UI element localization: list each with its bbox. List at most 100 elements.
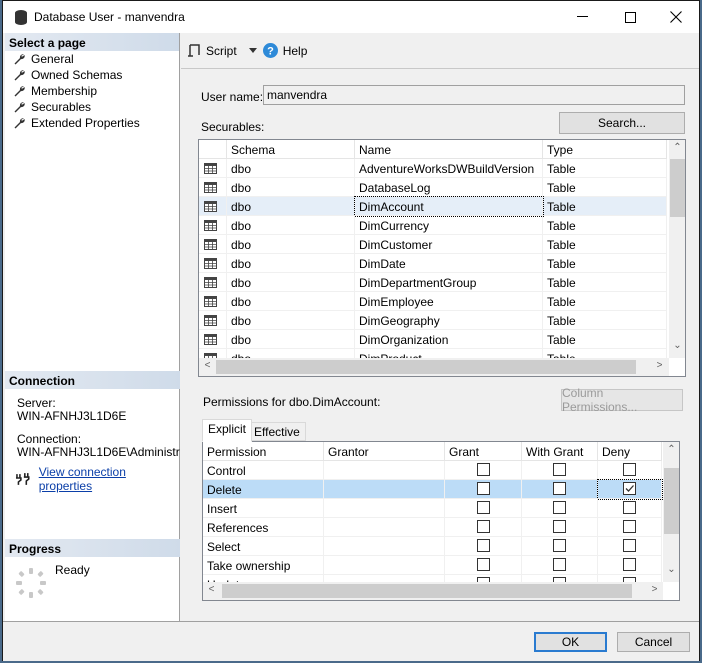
cell-name: AdventureWorksDWBuildVersion xyxy=(355,159,543,178)
deny-checkbox[interactable] xyxy=(623,482,636,495)
column-header-grant[interactable]: Grant xyxy=(445,442,522,461)
grant-checkbox[interactable] xyxy=(476,463,490,476)
sidebar-item-extended-properties[interactable]: Extended Properties xyxy=(5,115,179,131)
permission-row[interactable]: Delete xyxy=(203,479,663,500)
cell-grantor xyxy=(324,480,445,499)
securables-header: Schema Name Type xyxy=(199,140,667,159)
user-name-input[interactable]: manvendra xyxy=(263,85,685,105)
with-grant-checkbox[interactable] xyxy=(553,539,566,552)
permissions-vertical-scrollbar[interactable]: ⌃ ⌄ xyxy=(663,442,679,582)
minimize-icon xyxy=(576,16,588,17)
securables-vertical-scrollbar[interactable]: ⌃ ⌄ xyxy=(669,140,685,358)
cell-schema: dbo xyxy=(227,216,355,235)
row-icon-cell xyxy=(199,159,227,178)
grant-checkbox[interactable] xyxy=(476,558,490,571)
cell-type: Table xyxy=(543,197,667,216)
icon-column-header xyxy=(199,140,227,159)
deny-checkbox[interactable] xyxy=(623,463,636,476)
cell-name: DimCustomer xyxy=(355,235,543,254)
with-grant-checkbox[interactable] xyxy=(553,520,566,533)
scroll-up-icon[interactable]: ⌃ xyxy=(663,444,679,455)
deny-checkbox[interactable] xyxy=(623,558,636,571)
deny-checkbox[interactable] xyxy=(623,501,636,514)
ok-button[interactable]: OK xyxy=(534,632,607,652)
permissions-horizontal-scrollbar[interactable]: < > xyxy=(203,582,663,600)
column-header-with-grant[interactable]: With Grant xyxy=(522,442,598,461)
deny-checkbox[interactable] xyxy=(623,539,636,552)
column-header-type[interactable]: Type xyxy=(543,140,667,159)
cell-deny xyxy=(597,479,663,500)
tab-effective[interactable]: Effective xyxy=(248,422,306,441)
column-header-grantor[interactable]: Grantor xyxy=(324,442,445,461)
scroll-down-icon[interactable]: ⌄ xyxy=(669,340,685,351)
scroll-right-icon[interactable]: > xyxy=(646,584,663,595)
with-grant-checkbox[interactable] xyxy=(553,558,566,571)
securable-row[interactable]: dbo DimOrganization Table xyxy=(199,330,667,349)
permission-row[interactable]: Insert xyxy=(203,499,662,518)
table-icon xyxy=(204,334,217,345)
permission-row[interactable]: Take ownership xyxy=(203,556,662,575)
cell-grant xyxy=(445,461,522,480)
scroll-thumb[interactable] xyxy=(222,584,632,598)
column-header-deny[interactable]: Deny xyxy=(598,442,662,461)
table-icon xyxy=(204,163,217,174)
grant-checkbox[interactable] xyxy=(476,539,490,552)
sidebar-item-general[interactable]: General xyxy=(5,51,179,67)
search-button[interactable]: Search... xyxy=(559,112,685,134)
securable-row[interactable]: dbo DimEmployee Table xyxy=(199,292,667,311)
scroll-down-icon[interactable]: ⌄ xyxy=(663,564,679,575)
scroll-thumb[interactable] xyxy=(216,360,636,374)
deny-checkbox[interactable] xyxy=(623,520,636,533)
grant-checkbox[interactable] xyxy=(476,482,490,495)
column-header-schema[interactable]: Schema xyxy=(227,140,355,159)
with-grant-checkbox[interactable] xyxy=(553,482,566,495)
sidebar-item-securables[interactable]: Securables xyxy=(5,99,179,115)
securable-row[interactable]: dbo DimDate Table xyxy=(199,254,667,273)
securable-row[interactable]: dbo DimAccount Table xyxy=(199,196,667,217)
maximize-button[interactable] xyxy=(607,1,653,33)
sidebar-item-owned-schemas[interactable]: Owned Schemas xyxy=(5,67,179,83)
cell-name: DimDate xyxy=(355,254,543,273)
left-panel: Select a page General Owned Schemas Member… xyxy=(5,33,180,621)
securable-row[interactable]: dbo AdventureWorksDWBuildVersion Table xyxy=(199,159,667,178)
securable-row[interactable]: dbo DimDepartmentGroup Table xyxy=(199,273,667,292)
chevron-down-icon[interactable] xyxy=(248,48,257,53)
table-icon xyxy=(204,315,217,326)
column-header-permission[interactable]: Permission xyxy=(203,442,324,461)
tab-explicit[interactable]: Explicit xyxy=(202,419,253,442)
permission-row[interactable]: Control xyxy=(203,461,662,480)
view-connection-properties-link[interactable]: View connection properties xyxy=(39,465,180,493)
plug-icon xyxy=(15,473,30,485)
securables-horizontal-scrollbar[interactable]: < > xyxy=(199,358,669,376)
column-permissions-button[interactable]: Column Permissions... xyxy=(561,386,683,414)
help-button[interactable]: ? Help xyxy=(262,43,307,58)
securable-row[interactable]: dbo DimCurrency Table xyxy=(199,216,667,235)
permission-row[interactable]: Select xyxy=(203,537,662,556)
row-icon-cell xyxy=(199,235,227,254)
securable-row[interactable]: dbo DatabaseLog Table xyxy=(199,178,667,197)
permission-row[interactable]: References xyxy=(203,518,662,537)
minimize-button[interactable] xyxy=(559,1,605,33)
column-header-name[interactable]: Name xyxy=(355,140,543,159)
scroll-thumb[interactable] xyxy=(670,159,685,217)
grant-checkbox[interactable] xyxy=(476,501,490,514)
script-button[interactable]: Script xyxy=(187,44,257,58)
cell-deny xyxy=(598,518,662,537)
sidebar-item-membership[interactable]: Membership xyxy=(5,83,179,99)
cancel-button[interactable]: Cancel xyxy=(617,632,690,652)
scroll-up-icon[interactable]: ⌃ xyxy=(669,142,685,153)
scroll-left-icon[interactable]: < xyxy=(203,584,220,595)
connection-header: Connection xyxy=(5,371,180,389)
with-grant-checkbox[interactable] xyxy=(553,501,566,514)
securable-row[interactable]: dbo DimGeography Table xyxy=(199,311,667,330)
with-grant-checkbox[interactable] xyxy=(553,463,566,476)
scroll-left-icon[interactable]: < xyxy=(199,360,216,371)
close-button[interactable] xyxy=(653,1,699,33)
scroll-right-icon[interactable]: > xyxy=(651,360,668,371)
row-icon-cell xyxy=(199,330,227,349)
row-icon-cell xyxy=(199,254,227,273)
scroll-thumb[interactable] xyxy=(664,468,679,534)
securable-row[interactable]: dbo DimCustomer Table xyxy=(199,235,667,254)
close-icon xyxy=(670,11,682,23)
grant-checkbox[interactable] xyxy=(476,520,490,533)
